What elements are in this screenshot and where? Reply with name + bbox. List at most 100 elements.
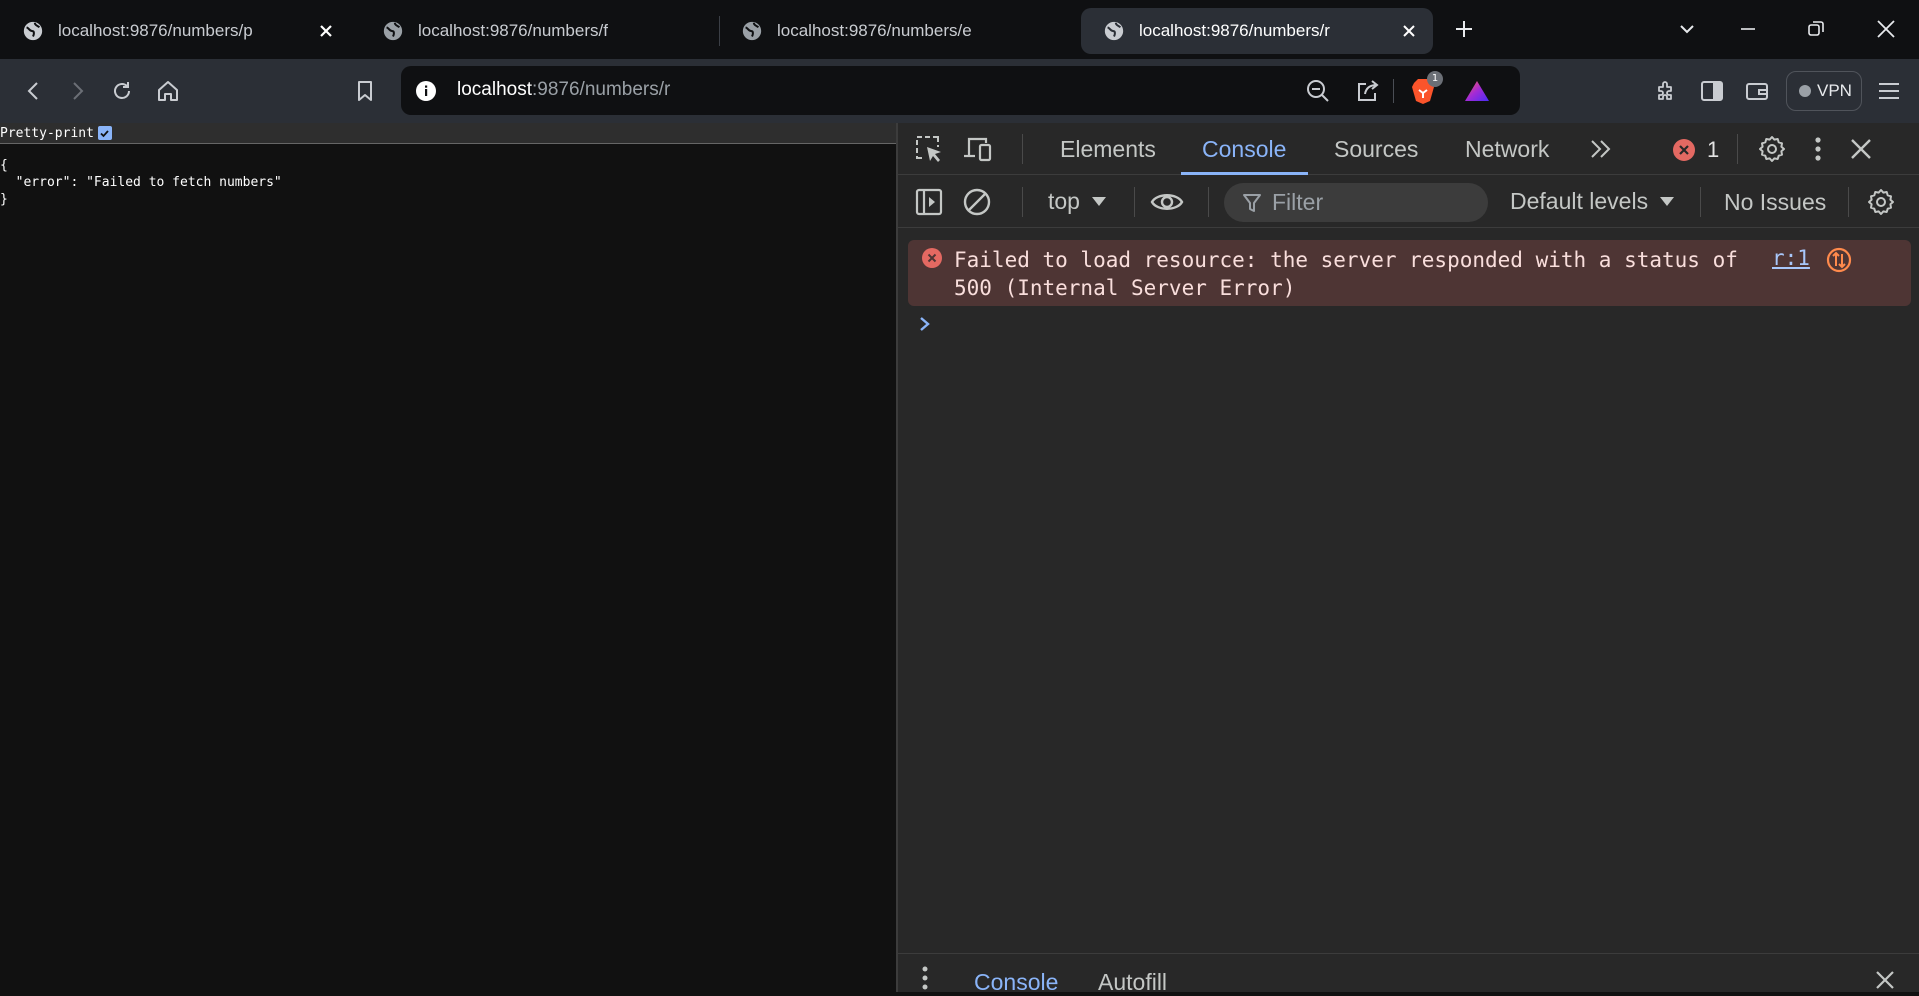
pretty-print-checkbox[interactable]	[97, 126, 112, 140]
vpn-label: VPN	[1817, 81, 1852, 100]
inspect-cursor-icon	[916, 136, 941, 162]
toolbar-separator	[1737, 134, 1738, 164]
console-error-message[interactable]: Failed to load resource: the server resp…	[908, 240, 1911, 306]
url-host: localhost	[457, 79, 532, 100]
address-bar[interactable]: localhost:9876/numbers/r 1	[401, 66, 1520, 115]
error-source-link[interactable]: r:1	[1772, 246, 1810, 270]
gear-icon	[1759, 136, 1785, 162]
vpn-button[interactable]: VPN	[1786, 71, 1862, 111]
error-icon	[922, 248, 942, 268]
restore-icon	[1808, 21, 1824, 36]
toolbar-separator	[1134, 187, 1135, 217]
menu-button[interactable]	[1872, 74, 1906, 108]
browser-tab-p[interactable]: localhost:9876/numbers/p	[0, 8, 350, 54]
close-devtools-button[interactable]	[1844, 132, 1878, 166]
restore-button[interactable]	[1801, 14, 1831, 44]
error-icon	[1673, 139, 1695, 161]
brave-shields-button[interactable]: 1	[1409, 71, 1443, 105]
hamburger-menu-icon	[1879, 83, 1899, 99]
shields-badge: 1	[1427, 71, 1443, 87]
console-settings-button[interactable]	[1864, 185, 1898, 219]
console-prompt[interactable]	[918, 315, 932, 333]
inspect-element-button[interactable]	[912, 132, 946, 166]
tab-console[interactable]: Console	[1202, 136, 1286, 163]
close-icon[interactable]	[1874, 969, 1896, 991]
show-sidebar-button[interactable]	[912, 185, 946, 219]
pretty-print-bar: Pretty-print	[0, 123, 896, 144]
filter-funnel-icon	[1243, 193, 1261, 212]
eye-icon	[1150, 194, 1184, 210]
tab-elements[interactable]: Elements	[1060, 136, 1156, 163]
close-icon[interactable]	[1399, 21, 1419, 41]
wallet-icon	[1746, 83, 1768, 100]
clear-console-button[interactable]	[960, 185, 994, 219]
close-icon	[1877, 20, 1895, 38]
reload-icon	[114, 82, 130, 99]
tab-search-button[interactable]	[1672, 14, 1702, 44]
active-tab-indicator	[1181, 172, 1308, 175]
chevron-down-icon	[1680, 25, 1694, 34]
share-button[interactable]	[1354, 77, 1382, 105]
reload-button[interactable]	[105, 74, 139, 108]
sidebar-button[interactable]	[1695, 74, 1729, 108]
chevron-right-icon	[920, 317, 930, 331]
forward-button[interactable]	[60, 74, 94, 108]
tab-title: localhost:9876/numbers/e	[777, 21, 972, 40]
toolbar-separator	[1208, 187, 1209, 217]
close-icon	[1851, 139, 1871, 159]
console-filter-input[interactable]: Filter	[1224, 183, 1488, 222]
device-toolbar-button[interactable]	[960, 132, 994, 166]
filter-placeholder: Filter	[1272, 189, 1324, 215]
devtools-menu-button[interactable]	[1801, 132, 1835, 166]
share-icon	[1358, 80, 1379, 101]
puzzle-icon	[1658, 81, 1672, 100]
close-window-button[interactable]	[1871, 14, 1901, 44]
error-counter[interactable]: 1	[1673, 137, 1719, 163]
back-button[interactable]	[17, 74, 51, 108]
bookmark-button[interactable]	[348, 74, 382, 108]
browser-tab-r[interactable]: localhost:9876/numbers/r	[1081, 8, 1433, 54]
pretty-print-label: Pretty-print	[0, 125, 94, 141]
live-expression-button[interactable]	[1150, 185, 1184, 219]
url-separator	[1393, 79, 1394, 103]
globe-icon	[383, 21, 403, 41]
sidebar-icon	[1701, 81, 1723, 101]
block-icon	[963, 188, 991, 216]
bookmark-icon	[358, 81, 372, 101]
context-label: top	[1048, 188, 1080, 214]
minimize-button[interactable]	[1733, 14, 1763, 44]
zoom-button[interactable]	[1304, 77, 1332, 105]
globe-icon	[742, 21, 762, 41]
drawer-menu-icon[interactable]	[922, 966, 928, 992]
info-icon[interactable]	[415, 80, 437, 102]
new-tab-button[interactable]	[1449, 14, 1479, 44]
network-request-icon[interactable]	[1826, 247, 1852, 273]
toolbar-separator	[1022, 187, 1023, 217]
extensions-button[interactable]	[1650, 74, 1684, 108]
browser-tab-f[interactable]: localhost:9876/numbers/f	[360, 8, 710, 54]
url-text[interactable]: localhost:9876/numbers/r	[457, 79, 670, 101]
issues-button[interactable]: No Issues	[1724, 189, 1826, 216]
tab-network[interactable]: Network	[1465, 136, 1549, 163]
brave-rewards-button[interactable]	[1463, 77, 1491, 105]
sidebar-toggle-icon	[915, 188, 943, 216]
tab-sources[interactable]: Sources	[1334, 136, 1418, 163]
browser-tab-e[interactable]: localhost:9876/numbers/e	[719, 8, 1069, 54]
tab-title: localhost:9876/numbers/r	[1139, 21, 1330, 40]
devtools-settings-button[interactable]	[1755, 132, 1789, 166]
gear-icon	[1868, 189, 1894, 215]
home-icon	[158, 81, 178, 101]
vpn-status-dot	[1799, 85, 1811, 97]
tab-strip: localhost:9876/numbers/p localhost:9876/…	[0, 0, 1919, 59]
console-toolbar: top Filter Default levels No Issues	[898, 176, 1919, 228]
context-selector[interactable]: top	[1048, 188, 1106, 215]
error-text: Failed to load resource: the server resp…	[954, 248, 1738, 300]
wallet-button[interactable]	[1740, 74, 1774, 108]
log-levels-dropdown[interactable]: Default levels	[1510, 188, 1675, 215]
more-tabs-button[interactable]	[1584, 132, 1618, 166]
home-button[interactable]	[151, 74, 185, 108]
browser-toolbar: localhost:9876/numbers/r 1 VPN	[0, 59, 1919, 123]
dropdown-caret-icon	[1660, 197, 1675, 206]
close-icon[interactable]	[316, 21, 336, 41]
log-levels-label: Default levels	[1510, 188, 1649, 214]
